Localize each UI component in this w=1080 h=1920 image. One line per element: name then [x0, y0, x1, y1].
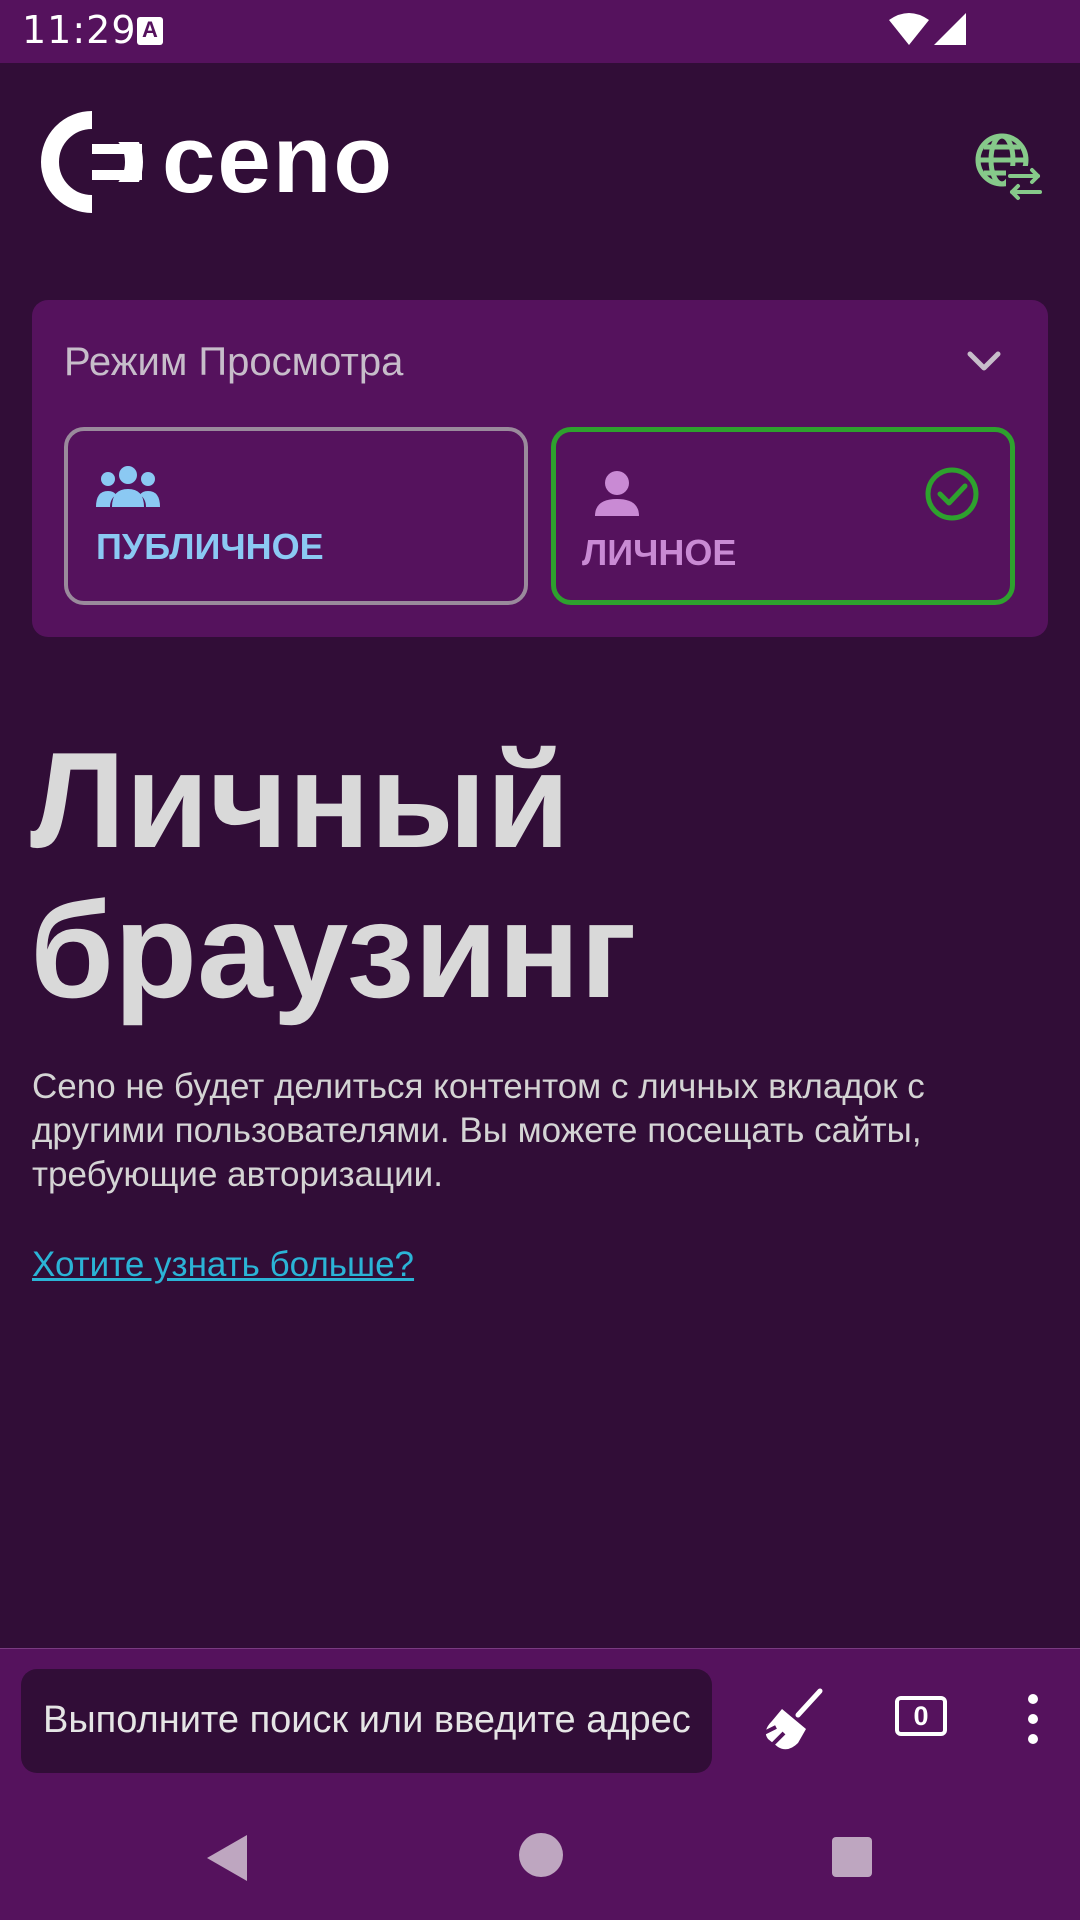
system-nav-bar	[0, 1791, 1080, 1920]
personal-mode-option[interactable]: ЛИЧНОЕ	[551, 427, 1015, 605]
ceno-logo: ceno	[41, 110, 394, 214]
search-placeholder: Выполните поиск или введите адрес	[43, 1699, 691, 1741]
back-icon[interactable]	[205, 1833, 249, 1883]
search-input[interactable]: Выполните поиск или введите адрес	[21, 1669, 712, 1773]
clear-data-broom-icon[interactable]	[758, 1687, 828, 1757]
home-icon[interactable]	[518, 1832, 564, 1878]
chevron-down-icon[interactable]	[962, 344, 1006, 380]
text-a-icon: A	[137, 17, 163, 45]
learn-more-link[interactable]: Хотите узнать больше?	[32, 1245, 414, 1285]
signal-icon	[934, 13, 966, 45]
status-time: 11:29	[22, 8, 137, 52]
hero-title: Личный браузинг	[30, 724, 637, 1026]
browsing-mode-title: Режим Просмотра	[64, 340, 404, 384]
status-bar: 11:29 A	[0, 0, 1080, 63]
public-mode-label: ПУБЛИЧНОЕ	[96, 526, 324, 567]
tabs-counter-button[interactable]: 0	[895, 1696, 947, 1736]
hero-description: Ceno не будет делиться контентом с личны…	[32, 1067, 925, 1194]
wifi-icon	[889, 13, 929, 45]
language-swap-button[interactable]	[972, 130, 1044, 202]
person-icon	[595, 471, 639, 516]
logo-text: ceno	[162, 110, 394, 213]
public-mode-option[interactable]: ПУБЛИЧНОЕ	[64, 427, 528, 605]
personal-mode-label: ЛИЧНОЕ	[582, 532, 737, 573]
group-people-icon	[96, 466, 160, 507]
overflow-menu-icon[interactable]	[1008, 1691, 1058, 1751]
bottom-toolbar: Выполните поиск или введите адрес 0	[0, 1648, 1080, 1791]
check-circle-icon	[925, 467, 979, 521]
browsing-mode-card: Режим Просмотра ПУБЛИЧНОЕ ЛИЧНОЕ	[32, 300, 1048, 637]
recents-icon[interactable]	[831, 1836, 873, 1878]
